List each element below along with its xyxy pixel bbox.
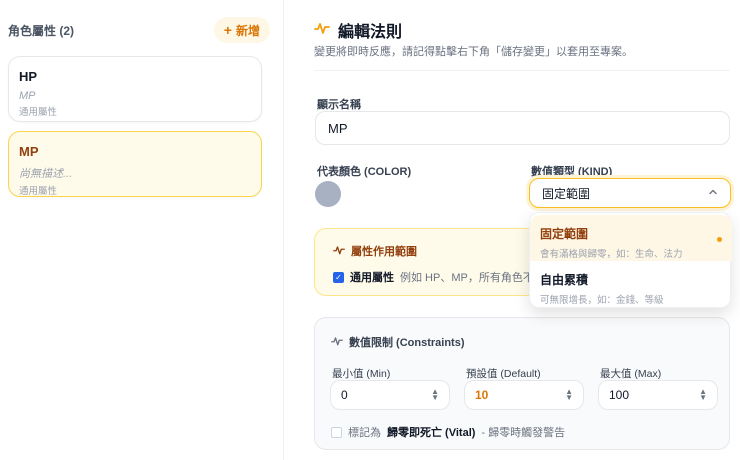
activity-icon [333, 244, 345, 259]
attribute-list-header: 角色屬性 (2) + 新增 [8, 16, 270, 44]
display-name-input[interactable]: MP [315, 111, 730, 145]
chevron-up-icon [708, 187, 718, 200]
max-value: 100 [609, 388, 630, 402]
add-attribute-button[interactable]: + 新增 [213, 17, 270, 43]
attribute-card-desc: 尚無描述... [19, 168, 73, 180]
editor-note: 變更將即時反應，請記得點擊右下角「儲存變更」以套用至專案。 [314, 46, 633, 58]
min-input[interactable]: 0 ▲ ▼ [330, 380, 450, 410]
attribute-card-desc: MP [19, 90, 36, 102]
attribute-card-mp[interactable]: MP 尚無描述... 通用屬性 [8, 131, 262, 197]
min-label: 最小值 (Min) [332, 368, 391, 380]
stepper-icon[interactable]: ▲ ▼ [699, 388, 707, 402]
kind-select-value: 固定範圍 [542, 186, 591, 201]
checkbox-checked-icon[interactable]: ✓ [333, 271, 344, 283]
scope-title: 屬性作用範圍 [351, 246, 417, 258]
display-name-label: 顯示名稱 [317, 99, 361, 111]
kind-option-title: 自由累積 [540, 273, 589, 287]
plus-icon: + [223, 22, 232, 38]
min-value: 0 [341, 388, 348, 402]
add-attribute-label: 新增 [235, 23, 260, 38]
divider [314, 70, 730, 71]
kind-option-free[interactable]: 自由累積 可無限增長，如：金錢、等級 [530, 261, 732, 307]
max-label: 最大值 (Max) [600, 368, 662, 380]
kind-select[interactable]: 固定範圍 [529, 178, 731, 208]
stepper-icon[interactable]: ▲ ▼ [431, 388, 439, 402]
attribute-card-name: HP [19, 69, 38, 84]
kind-label: 數值類型 (KIND) [531, 166, 613, 178]
kind-option-fixed[interactable]: 固定範圍 會有滿格與歸零，如：生命、法力 [530, 215, 732, 261]
vital-suffix: - 歸零時觸發警告 [481, 427, 566, 439]
scope-header: 屬性作用範圍 [333, 243, 417, 259]
kind-option-sub: 會有滿格與歸零，如：生命、法力 [540, 249, 683, 260]
vital-label: 歸零即死亡 (Vital) [387, 427, 476, 439]
constraints-header: 數值限制 (Constraints) [331, 334, 465, 350]
global-attribute-label: 通用屬性 [350, 272, 394, 284]
color-swatch[interactable] [315, 181, 341, 207]
display-name-value: MP [328, 120, 348, 136]
constraints-title: 數值限制 (Constraints) [349, 337, 465, 349]
kind-dropdown-menu: 固定範圍 會有滿格與歸零，如：生命、法力 自由累積 可無限增長，如：金錢、等級 [529, 212, 732, 308]
default-label: 預設值 (Default) [466, 368, 541, 380]
attribute-card-scope: 通用屬性 [19, 107, 58, 118]
vital-checkbox-row[interactable]: 標記為 歸零即死亡 (Vital) - 歸零時觸發警告 [331, 424, 565, 440]
constraints-section: 數值限制 (Constraints) 最小值 (Min) 0 ▲ ▼ 預設值 (D… [314, 317, 730, 450]
max-input[interactable]: 100 ▲ ▼ [598, 380, 718, 410]
global-attribute-checkbox-row[interactable]: ✓ 通用屬性 例如 HP、MP，所有角色不論 [333, 269, 545, 285]
stepper-icon[interactable]: ▲ ▼ [565, 388, 573, 402]
attribute-card-hp[interactable]: HP MP 通用屬性 [8, 56, 262, 122]
kind-option-sub: 可無限增長，如：金錢、等級 [540, 295, 664, 306]
attribute-list-panel: 角色屬性 (2) + 新增 HP MP 通用屬性 MP 尚無描述... 通用屬性 [0, 0, 284, 460]
editor-title: 編輯法則 [338, 24, 403, 41]
vital-prefix: 標記為 [348, 427, 381, 439]
attribute-card-scope: 通用屬性 [19, 186, 58, 197]
default-input[interactable]: 10 ▲ ▼ [464, 380, 584, 410]
default-value: 10 [475, 388, 489, 402]
global-attribute-desc: 例如 HP、MP，所有角色不論 [400, 272, 545, 284]
activity-icon [314, 20, 330, 41]
color-label: 代表顏色 (COLOR) [317, 166, 412, 178]
checkbox-unchecked-icon[interactable] [331, 426, 342, 438]
selected-dot-icon [717, 237, 722, 242]
attribute-card-name: MP [19, 144, 39, 159]
activity-icon [331, 335, 343, 350]
attribute-list-title: 角色屬性 (2) [8, 23, 75, 38]
scope-section: 屬性作用範圍 ✓ 通用屬性 例如 HP、MP，所有角色不論 [314, 228, 554, 296]
kind-option-title: 固定範圍 [540, 227, 589, 241]
rule-editor-panel: 編輯法則 變更將即時反應，請記得點擊右下角「儲存變更」以套用至專案。 顯示名稱 … [300, 0, 740, 460]
editor-header: 編輯法則 [314, 18, 402, 42]
